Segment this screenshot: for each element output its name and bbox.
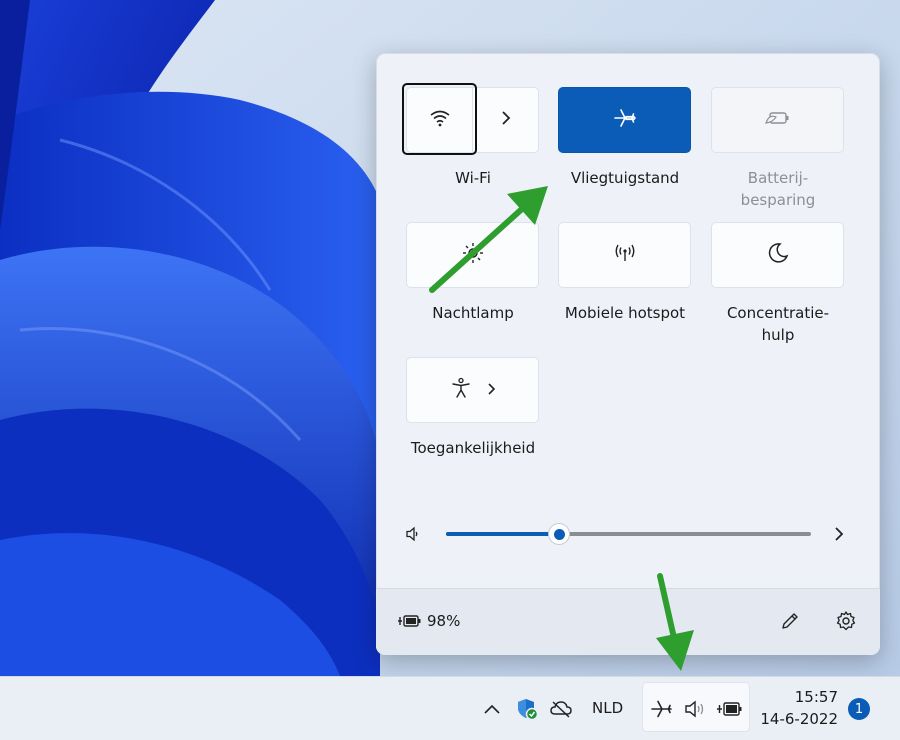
airplane-icon [613,107,637,133]
taskbar-time[interactable]: 15:57 [760,688,838,706]
wifi-icon [429,109,451,131]
battery-icon [716,697,744,721]
volume-icon [683,697,709,721]
accessibility-tile[interactable] [406,357,539,423]
notification-count: 1 [854,701,864,717]
accessibility-label: Toegankelijkheid [410,439,536,457]
wifi-toggle[interactable] [407,88,473,152]
wifi-label: Wi-Fi [455,169,491,187]
focus-assist-tile[interactable] [711,222,844,288]
chevron-right-icon[interactable] [486,381,496,400]
moon-icon [767,242,789,268]
battery-percentage: 98% [427,612,461,630]
battery-saver-label-line2: besparing [740,191,816,209]
taskbar-date[interactable]: 14-6-2022 [760,710,838,728]
brightness-icon [462,242,484,268]
chevron-right-icon [500,110,512,130]
hotspot-icon [613,243,637,267]
settings-gear-icon[interactable] [834,609,858,633]
mobile-hotspot-tile[interactable] [558,222,691,288]
security-shield-icon[interactable] [514,696,540,722]
battery-charging-icon[interactable] [397,612,423,630]
mobile-hotspot-label: Mobiele hotspot [564,304,686,322]
focus-assist-label-line2: hulp [761,326,795,344]
edit-pencil-icon[interactable] [778,609,802,633]
battery-saver-label-line1: Batterij- [747,169,809,187]
chevron-up-icon[interactable] [481,698,503,720]
focus-assist-label-line1: Concentratie- [726,304,830,322]
airplane-mode-label: Vliegtuigstand [570,169,680,187]
volume-slider-fill [446,532,560,536]
airplane-mode-tile[interactable] [558,87,691,153]
taskbar [0,676,900,740]
audio-output-chevron-icon[interactable] [830,524,848,544]
wifi-tile[interactable] [402,83,539,155]
battery-saver-icon [764,110,791,130]
battery-saver-tile [711,87,844,153]
speaker-icon[interactable] [404,524,422,544]
volume-slider-thumb[interactable] [549,524,570,544]
night-light-tile[interactable] [406,222,539,288]
notification-badge[interactable]: 1 [848,698,870,720]
airplane-icon [649,697,675,721]
accessibility-icon [450,377,472,403]
night-light-label: Nachtlamp [432,304,514,322]
input-language-indicator[interactable]: NLD [592,699,623,717]
wifi-expand-button[interactable] [473,88,538,152]
onedrive-cloud-offline-icon[interactable] [548,697,574,721]
